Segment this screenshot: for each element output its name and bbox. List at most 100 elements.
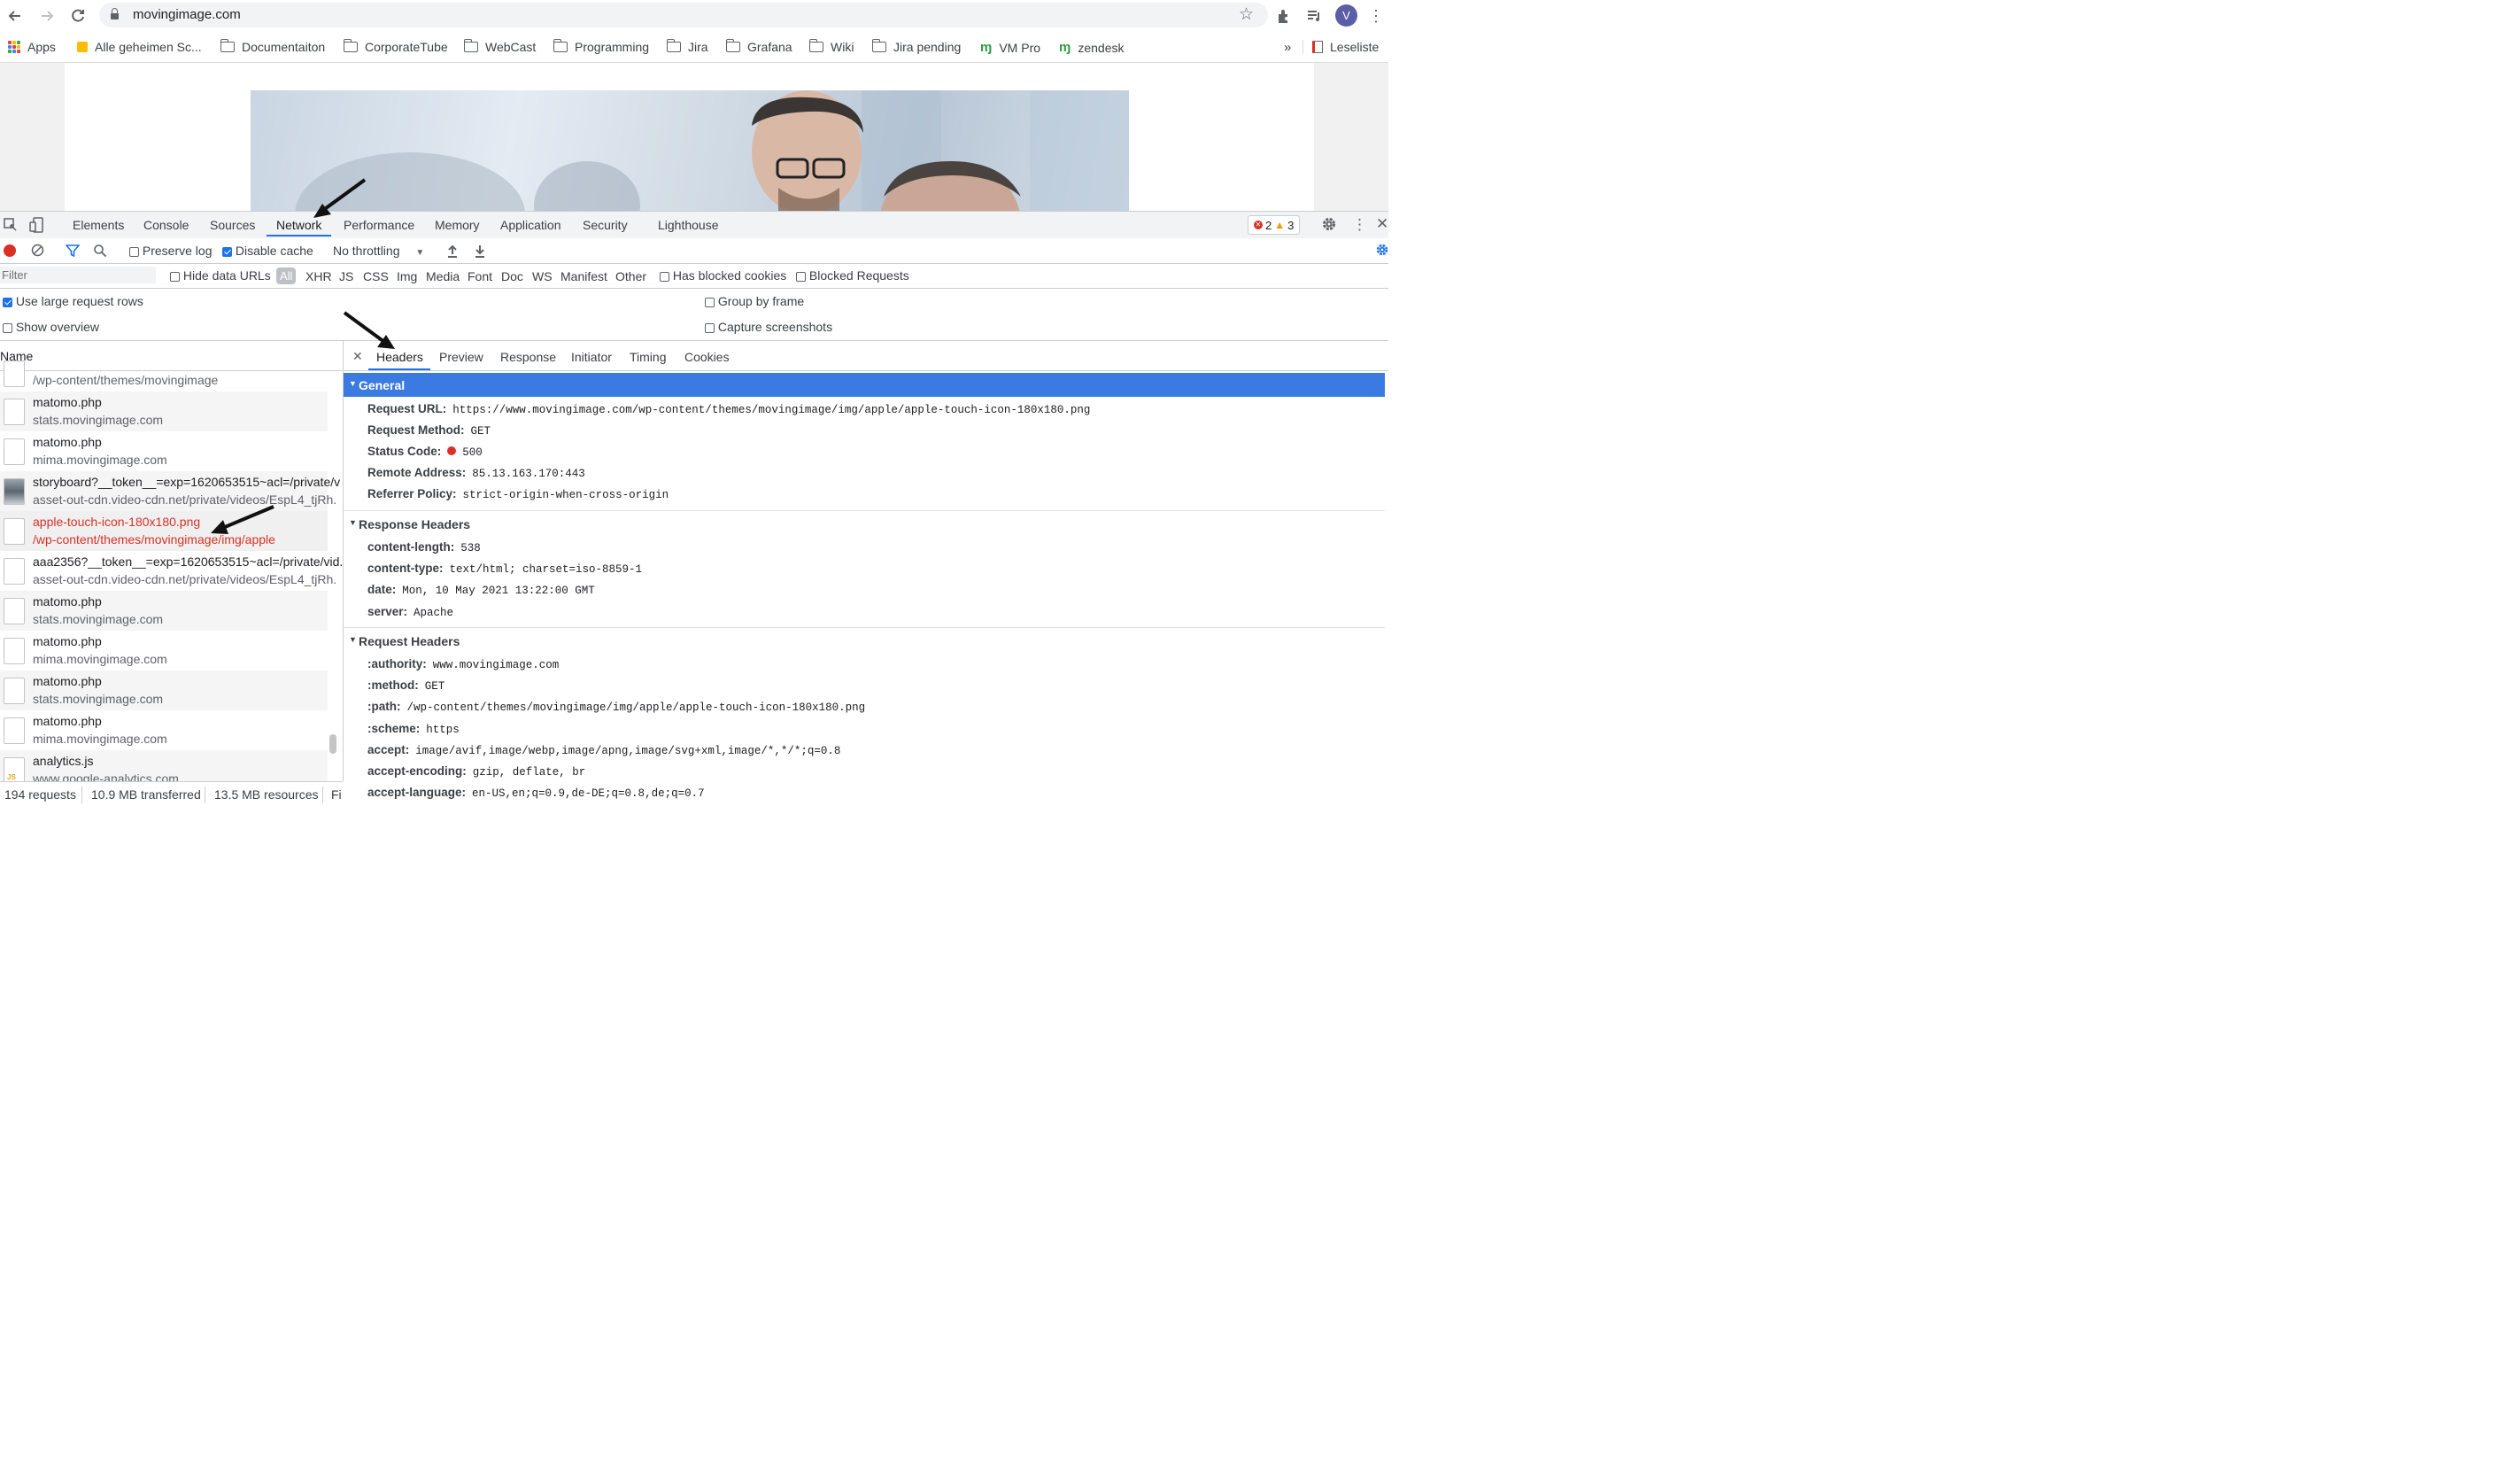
tab-cookies[interactable]: Cookies <box>684 350 730 364</box>
filter-img[interactable]: Img <box>397 269 417 283</box>
extensions-icon[interactable] <box>1272 4 1295 27</box>
warning-icon: ▲ <box>1274 219 1286 231</box>
url-text[interactable]: movingimage.com <box>133 7 241 22</box>
bookmark-webcast[interactable]: WebCast <box>463 39 536 54</box>
request-row[interactable]: matomo.php stats.movingimage.com <box>0 591 328 631</box>
hide-data-urls-checkbox[interactable]: Hide data URLs <box>170 268 271 283</box>
request-row-selected[interactable]: apple-touch-icon-180x180.png /wp-content… <box>0 511 328 551</box>
media-icon[interactable] <box>1303 4 1326 27</box>
filter-font[interactable]: Font <box>468 269 492 283</box>
device-icon[interactable] <box>29 217 43 236</box>
request-list-scrollbar[interactable] <box>329 734 336 754</box>
tab-headers[interactable]: Headers <box>376 350 423 364</box>
search-icon[interactable] <box>93 244 107 260</box>
bookmark-jira-pending[interactable]: Jira pending <box>871 39 961 54</box>
response-headers-section-header[interactable]: ▼ Response Headers <box>344 512 1385 536</box>
back-icon[interactable] <box>4 4 27 27</box>
request-row[interactable]: aaa2356?__token__=exp=1620653515~acl=/pr… <box>0 551 343 591</box>
header-row: content-length: 538 <box>367 540 481 554</box>
tab-response[interactable]: Response <box>500 350 556 364</box>
group-by-frame-checkbox[interactable]: Group by frame <box>705 294 804 308</box>
request-row[interactable]: storyboard?__token__=exp=1620653515~acl=… <box>0 471 340 511</box>
capture-screenshots-checkbox[interactable]: Capture screenshots <box>705 320 832 334</box>
forward-icon[interactable] <box>35 4 58 27</box>
disable-cache-checkbox[interactable]: Disable cache <box>222 244 313 258</box>
close-icon[interactable]: ✕ <box>1376 215 1388 233</box>
triangle-down-icon: ▼ <box>349 379 357 388</box>
tab-initiator[interactable]: Initiator <box>571 350 612 364</box>
tab-timing[interactable]: Timing <box>630 350 667 364</box>
bookmark-vm-pro[interactable]: ɱ VM Pro <box>980 40 1040 55</box>
reading-list[interactable]: Leseliste <box>1303 40 1379 54</box>
issues-counter[interactable]: ✕ 2 ▲ 3 <box>1248 215 1301 235</box>
request-row[interactable]: matomo.php stats.movingimage.com <box>0 391 328 431</box>
address-bar[interactable]: movingimage.com ☆ <box>99 3 1268 27</box>
filter-manifest[interactable]: Manifest <box>560 269 607 283</box>
profile-avatar[interactable]: V <box>1335 4 1357 27</box>
show-overview-checkbox[interactable]: Show overview <box>3 320 99 334</box>
browser-toolbar: movingimage.com ☆ V ⋮ <box>0 0 1388 32</box>
request-row[interactable]: matomo.php mima.movingimage.com <box>0 631 328 670</box>
header-row: Remote Address: 85.13.163.170:443 <box>367 466 585 480</box>
filter-input[interactable] <box>0 267 156 283</box>
filter-ws[interactable]: WS <box>532 269 553 283</box>
filter-doc[interactable]: Doc <box>501 269 523 283</box>
bookmark-wiki[interactable]: Wiki <box>808 39 854 54</box>
bookmark-corporatetube[interactable]: CorporateTube <box>343 39 448 54</box>
header-row: :authority: www.movingimage.com <box>367 657 560 671</box>
tab-memory[interactable]: Memory <box>435 218 480 232</box>
large-rows-checkbox[interactable]: Use large request rows <box>3 294 143 308</box>
clear-icon[interactable] <box>31 244 44 260</box>
bookmark-documentation[interactable]: Documentaiton <box>220 39 325 54</box>
gear-icon[interactable] <box>1321 216 1337 235</box>
bookmarks-overflow[interactable]: » <box>1284 40 1291 55</box>
tab-application[interactable]: Application <box>500 218 561 232</box>
general-section-header[interactable]: ▼ General <box>344 373 1385 397</box>
filter-all[interactable]: All <box>276 267 297 284</box>
tab-lighthouse[interactable]: Lighthouse <box>658 218 719 232</box>
inspect-icon[interactable] <box>4 218 18 235</box>
request-row[interactable]: matomo.php mima.movingimage.com <box>0 710 328 750</box>
bookmark-zendesk[interactable]: ɱ zendesk <box>1059 40 1125 55</box>
tab-elements[interactable]: Elements <box>73 218 124 232</box>
header-row: date: Mon, 10 May 2021 13:22:00 GMT <box>367 583 595 597</box>
request-row[interactable]: /wp-content/themes/movingimage <box>0 360 328 391</box>
blocked-requests-checkbox[interactable]: Blocked Requests <box>796 268 909 283</box>
tab-preview[interactable]: Preview <box>439 350 483 364</box>
network-settings-icon[interactable] <box>1375 243 1388 260</box>
bookmark-secrets[interactable]: Alle geheimen Sc... <box>77 40 202 54</box>
filter-css[interactable]: CSS <box>363 269 389 283</box>
record-icon[interactable] <box>4 244 16 257</box>
upload-icon[interactable] <box>446 244 459 260</box>
more-icon[interactable]: ⋮ <box>1352 216 1367 234</box>
filter-other[interactable]: Other <box>615 269 646 283</box>
preserve-log-checkbox[interactable]: Preserve log <box>129 244 212 258</box>
has-blocked-cookies-checkbox[interactable]: Has blocked cookies <box>660 268 786 283</box>
tab-network[interactable]: Network <box>276 218 321 232</box>
filter-js[interactable]: JS <box>339 269 353 283</box>
status-error-dot-icon <box>447 446 457 455</box>
bookmark-programming[interactable]: Programming <box>553 39 649 54</box>
filter-icon[interactable] <box>65 244 81 260</box>
request-row[interactable]: JS analytics.js www.google-analytics.com <box>0 750 328 781</box>
more-icon[interactable]: ⋮ <box>1364 4 1388 27</box>
request-headers-section-header[interactable]: ▼ Request Headers <box>344 629 1385 653</box>
tab-security[interactable]: Security <box>583 218 628 232</box>
filter-xhr[interactable]: XHR <box>305 269 332 283</box>
request-row[interactable]: matomo.php mima.movingimage.com <box>0 431 328 471</box>
filter-media[interactable]: Media <box>426 269 460 283</box>
tab-console[interactable]: Console <box>143 218 189 232</box>
tab-sources[interactable]: Sources <box>210 218 255 232</box>
request-list-header[interactable]: Name <box>0 341 342 371</box>
star-icon[interactable]: ☆ <box>1239 4 1254 25</box>
header-row: Status Code: 500 <box>367 445 483 459</box>
bookmark-grafana[interactable]: Grafana <box>725 39 792 54</box>
download-icon[interactable] <box>474 244 486 260</box>
close-icon[interactable]: ✕ <box>352 349 363 364</box>
bookmark-jira[interactable]: Jira <box>666 39 708 54</box>
bookmark-apps[interactable]: Apps <box>8 40 56 54</box>
request-row[interactable]: matomo.php stats.movingimage.com <box>0 670 328 710</box>
tab-performance[interactable]: Performance <box>344 218 414 232</box>
reload-icon[interactable] <box>66 4 89 27</box>
throttling-select[interactable]: No throttling ▼ <box>333 244 424 258</box>
